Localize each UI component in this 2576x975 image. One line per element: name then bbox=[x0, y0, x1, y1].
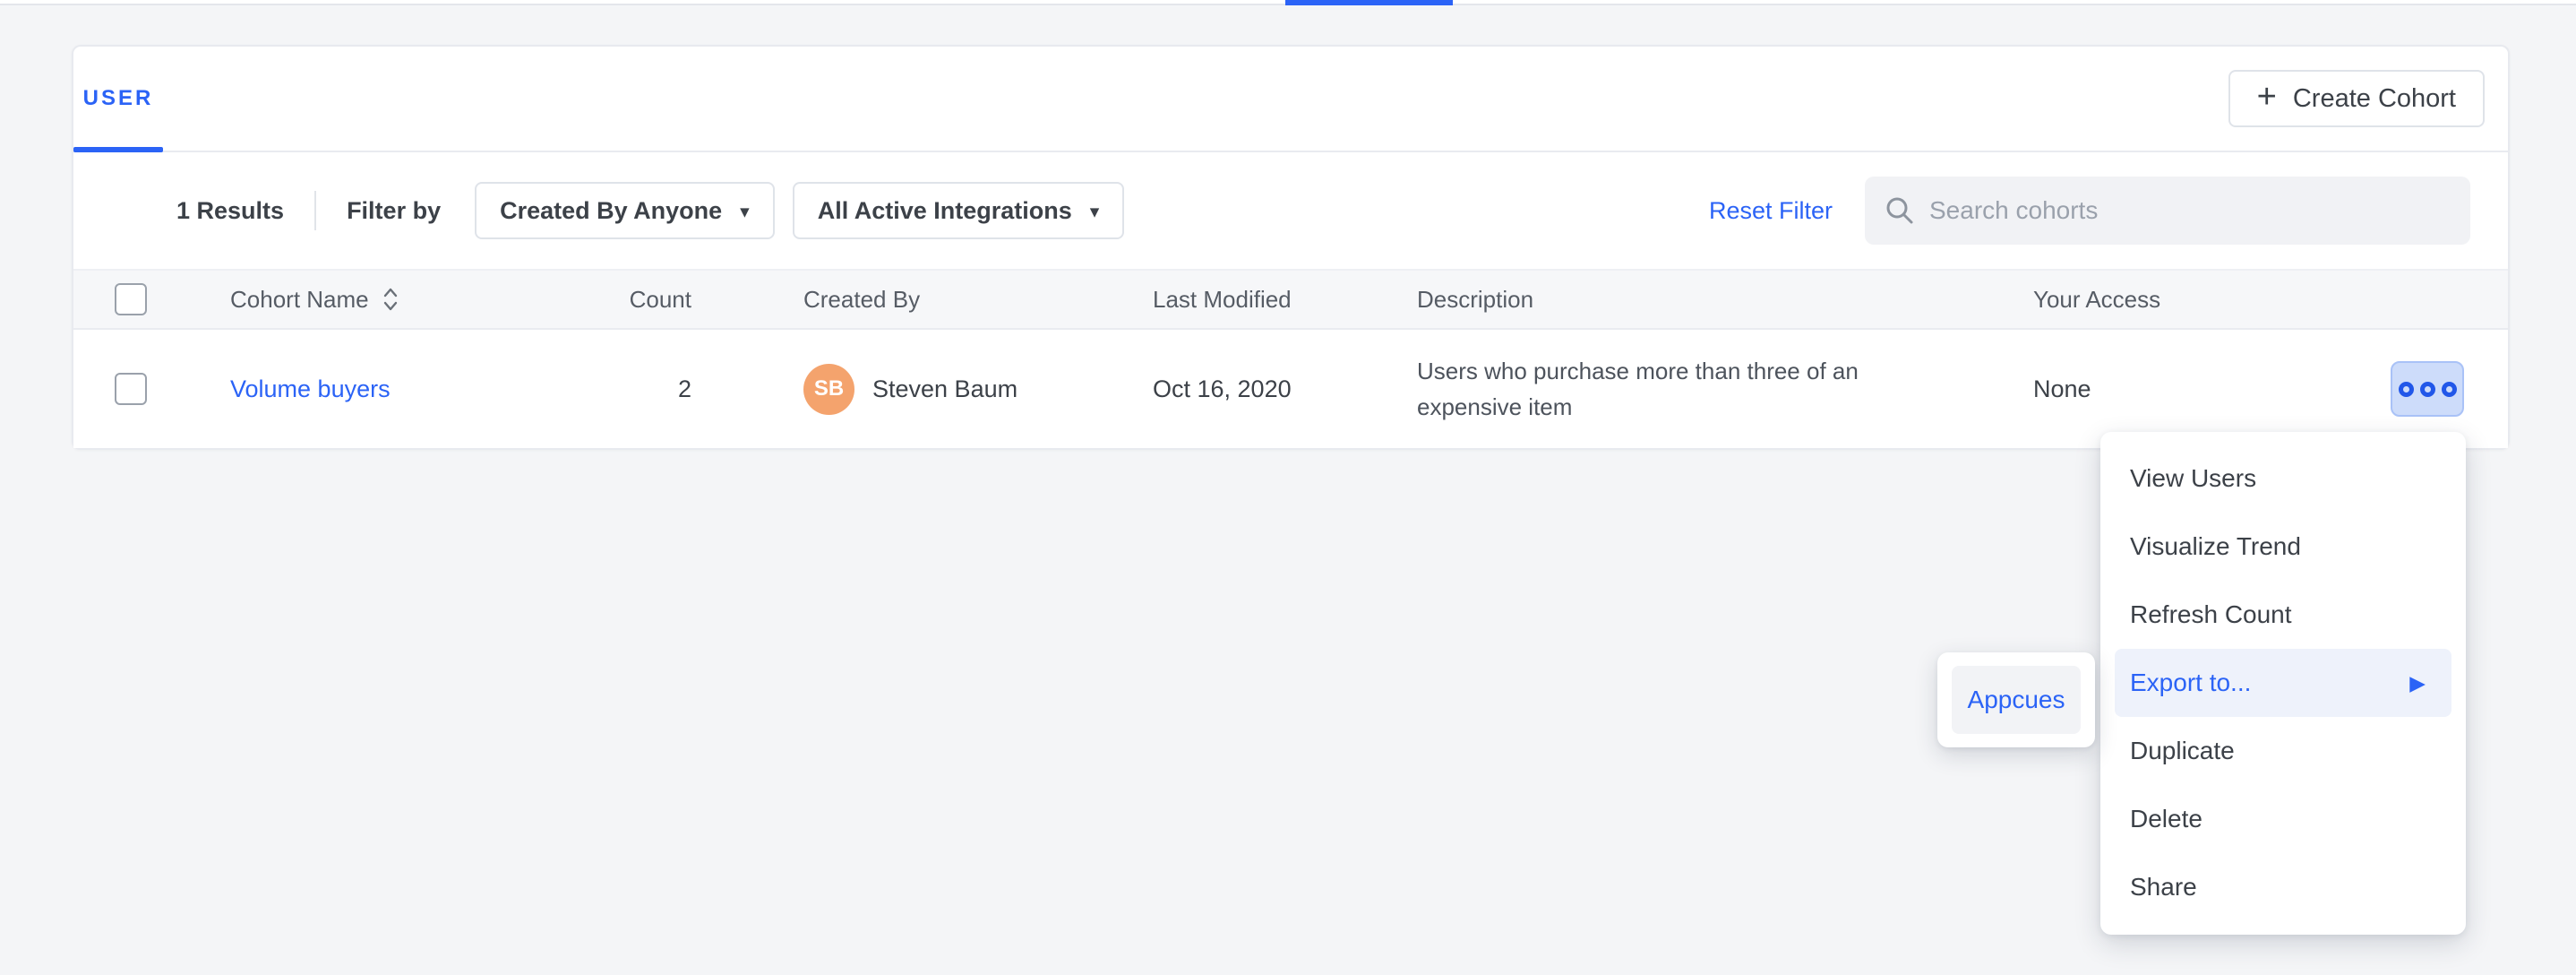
search-input[interactable] bbox=[1929, 196, 2451, 225]
header-count: Count bbox=[624, 286, 732, 314]
row-checkbox[interactable] bbox=[115, 373, 147, 405]
table-header-row: Cohort Name Count Created By Last Modifi… bbox=[73, 269, 2508, 330]
created-by-name: Steven Baum bbox=[872, 375, 1018, 403]
cohort-description: Users who purchase more than three of an… bbox=[1417, 353, 1910, 425]
tab-user[interactable]: USER bbox=[73, 47, 163, 151]
menu-item-delete[interactable]: Delete bbox=[2115, 785, 2451, 853]
plus-icon: + bbox=[2257, 80, 2277, 114]
top-tab-strip bbox=[0, 0, 2576, 5]
menu-item-share[interactable]: Share bbox=[2115, 853, 2451, 921]
cohorts-card: USER + Create Cohort 1 Results Filter by… bbox=[72, 45, 2510, 450]
cohort-type-tabbar: USER + Create Cohort bbox=[73, 47, 2508, 152]
integrations-dropdown-label: All Active Integrations bbox=[818, 197, 1072, 225]
header-your-access: Your Access bbox=[2033, 286, 2331, 314]
active-top-tab-indicator bbox=[1285, 0, 1453, 5]
created-by-dropdown[interactable]: Created By Anyone ▾ bbox=[475, 182, 775, 239]
export-submenu: Appcues bbox=[1937, 652, 2095, 747]
menu-item-refresh-count[interactable]: Refresh Count bbox=[2115, 581, 2451, 649]
header-description: Description bbox=[1417, 286, 2033, 314]
filter-toolbar: 1 Results Filter by Created By Anyone ▾ … bbox=[73, 152, 2508, 269]
menu-item-export-to[interactable]: Export to... ▶ bbox=[2115, 649, 2451, 717]
create-cohort-button[interactable]: + Create Cohort bbox=[2228, 70, 2485, 127]
menu-item-view-users[interactable]: View Users bbox=[2115, 444, 2451, 513]
search-icon bbox=[1885, 195, 1915, 226]
more-dot-icon bbox=[2399, 382, 2414, 397]
header-last-modified: Last Modified bbox=[1153, 286, 1417, 314]
more-dot-icon bbox=[2420, 382, 2435, 397]
created-by-dropdown-label: Created By Anyone bbox=[500, 197, 722, 225]
chevron-down-icon: ▾ bbox=[1090, 201, 1100, 223]
header-created-by: Created By bbox=[732, 286, 1153, 314]
search-box[interactable] bbox=[1865, 177, 2470, 245]
submenu-arrow-icon: ▶ bbox=[2409, 671, 2426, 695]
your-access-value: None bbox=[2033, 375, 2331, 403]
header-cohort-name[interactable]: Cohort Name bbox=[190, 286, 624, 314]
cohort-name-link[interactable]: Volume buyers bbox=[230, 375, 391, 403]
create-cohort-label: Create Cohort bbox=[2293, 84, 2456, 114]
avatar: SB bbox=[803, 364, 854, 415]
submenu-item-appcues[interactable]: Appcues bbox=[1952, 666, 2081, 734]
chevron-down-icon: ▾ bbox=[740, 201, 750, 223]
filter-by-label: Filter by bbox=[347, 197, 441, 225]
more-actions-button[interactable] bbox=[2391, 361, 2464, 417]
select-all-checkbox[interactable] bbox=[115, 283, 147, 315]
table-row: Volume buyers 2 SB Steven Baum Oct 16, 2… bbox=[73, 330, 2508, 448]
row-actions-menu: View Users Visualize Trend Refresh Count… bbox=[2100, 432, 2466, 935]
active-tab-underline bbox=[73, 147, 163, 152]
tab-user-label: USER bbox=[83, 86, 154, 111]
more-dot-icon bbox=[2442, 382, 2457, 397]
menu-item-duplicate[interactable]: Duplicate bbox=[2115, 717, 2451, 785]
integrations-dropdown[interactable]: All Active Integrations ▾ bbox=[793, 182, 1125, 239]
results-count: 1 Results bbox=[176, 197, 284, 225]
reset-filter-link[interactable]: Reset Filter bbox=[1709, 197, 1833, 225]
sort-icon bbox=[382, 286, 399, 313]
cohort-count: 2 bbox=[624, 375, 732, 403]
last-modified-date: Oct 16, 2020 bbox=[1153, 375, 1417, 403]
vertical-divider bbox=[314, 191, 316, 230]
menu-item-visualize-trend[interactable]: Visualize Trend bbox=[2115, 513, 2451, 581]
